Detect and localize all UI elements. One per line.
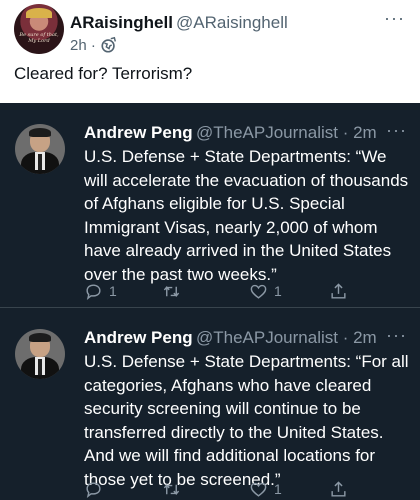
retweet-button[interactable] [162,478,187,500]
tweet-text: Cleared for? Terrorism? [14,64,193,83]
tweet-text: U.S. Defense + State Departments: “We wi… [84,147,409,284]
share-icon [331,480,346,497]
share-button[interactable] [329,478,348,500]
tweet-actions: 1 [84,478,384,500]
avatar-script-text: Be sure of that, My Lord [19,32,59,44]
reply-icon [86,481,101,498]
quoted-thread: Andrew Peng @TheAPJournalist · 2m ··· U.… [0,103,420,500]
more-options-icon[interactable]: ··· [384,8,405,29]
retweet-icon [163,483,180,495]
author-handle-time[interactable]: @TheAPJournalist · 2m [196,328,377,348]
reply-button[interactable]: 1 [84,280,117,302]
author-name[interactable]: Andrew Peng [84,123,193,143]
more-options-icon[interactable]: ··· [386,120,407,141]
author-handle-time[interactable]: @TheAPJournalist · 2m [196,123,377,143]
heart-icon [250,482,267,497]
top-tweet[interactable]: Be sure of that, My Lord ARaisinghell @A… [0,0,420,103]
more-options-icon[interactable]: ··· [386,325,407,346]
reply-button[interactable] [84,478,109,500]
display-name[interactable]: ARaisinghell [70,13,173,33]
avatar-crown-shape [26,8,52,18]
retweet-icon [163,285,180,297]
globe-icon [101,36,116,53]
reply-count: 1 [109,283,117,299]
retweet-button[interactable] [162,280,187,302]
share-button[interactable] [329,280,348,302]
tweet-timestamp[interactable]: 2h · [70,37,96,54]
like-count: 1 [274,481,282,497]
share-icon [331,282,346,299]
tweet-actions: 1 1 [84,280,384,302]
quoted-tweet[interactable]: Andrew Peng @TheAPJournalist · 2m ··· U.… [0,308,420,500]
author-name[interactable]: Andrew Peng [84,328,193,348]
like-count: 1 [274,283,282,299]
like-button[interactable]: 1 [249,280,282,302]
heart-icon [250,284,267,299]
quoted-tweet[interactable]: Andrew Peng @TheAPJournalist · 2m ··· U.… [0,103,420,308]
tweet-text: U.S. Defense + State Departments: “For a… [84,352,409,489]
author-avatar[interactable] [15,329,65,379]
like-button[interactable]: 1 [249,478,282,500]
author-avatar[interactable] [15,124,65,174]
profile-avatar[interactable]: Be sure of that, My Lord [14,4,64,54]
reply-icon [86,283,101,300]
user-handle[interactable]: @ARaisinghell [176,13,288,33]
